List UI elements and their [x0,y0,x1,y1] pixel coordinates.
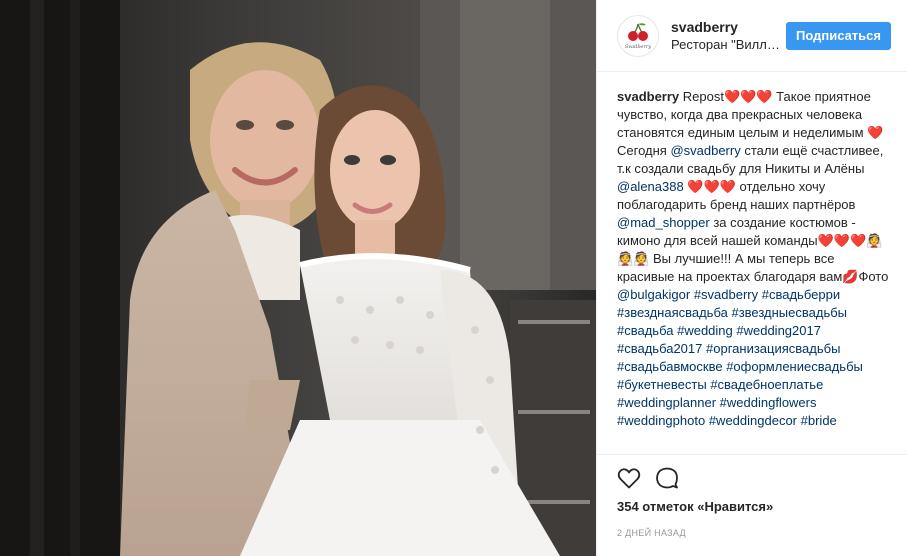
caption: svadberry Repost❤️❤️❤️ Такое приятное чу… [597,72,907,432]
wedding-photo-illustration [0,0,596,556]
hashtag-link[interactable]: #свадьба2017 [617,341,702,356]
caption-text: Вы лучшие!!! А мы теперь все красивые на… [617,251,843,284]
hashtag-link[interactable]: #свадьберри [762,287,840,302]
hashtag-link[interactable]: #организациясвадьбы [706,341,840,356]
avatar[interactable]: Svadberry [617,14,659,57]
caption-text: Фото [858,269,889,284]
caption-text: Repost [679,89,724,104]
hashtag-link[interactable]: #wedding [677,323,733,338]
hashtag-link[interactable]: #weddingflowers [720,395,817,410]
heart-outline-icon[interactable] [617,467,641,489]
caption-text: Сегодня [617,143,671,158]
mention-link[interactable]: @bulgakigor [617,287,690,302]
post-photo[interactable] [0,0,596,556]
hashtag-link[interactable]: #weddingplanner [617,395,716,410]
cherry-logo-icon [628,22,648,41]
avatar-logo-text: Svadberry [624,43,652,50]
location-link[interactable]: Ресторан "Вилла Рэй" [671,36,783,54]
caption-author-link[interactable]: svadberry [617,89,679,104]
follow-button[interactable]: Подписаться [785,21,891,50]
mention-link[interactable]: @alena388 [617,179,684,194]
post-actions: 354 отметок «Нравится» 2 ДНЕЙ НАЗАД [597,454,907,538]
mention-link[interactable]: @mad_shopper [617,215,710,230]
mention-link[interactable]: @svadberry [670,143,740,158]
hashtag-link[interactable]: #weddingdecor [709,413,797,428]
username-link[interactable]: svadberry [671,18,786,36]
post-timestamp[interactable]: 2 ДНЕЙ НАЗАД [617,528,887,538]
action-icons [617,463,887,493]
hashtag-link[interactable]: #звездныесвадьбы [731,305,847,320]
likes-count[interactable]: 354 отметок «Нравится» [617,499,887,514]
hashtag-link[interactable]: #bride [801,413,837,428]
post-details-panel: Svadberry svadberry Ресторан "Вилла Рэй"… [596,0,907,556]
hashtag-link[interactable]: #wedding2017 [736,323,821,338]
instagram-post: Svadberry svadberry Ресторан "Вилла Рэй"… [0,0,908,556]
red-heart-emoji-icon: ❤️ [867,125,884,140]
hashtag-link[interactable]: #оформлениесвадьбы [726,359,863,374]
hashtag-link[interactable]: #букетневесты [617,377,707,392]
user-meta: svadberry Ресторан "Вилла Рэй" [671,18,786,54]
hashtag-link[interactable]: #свадьба [617,323,673,338]
post-header: Svadberry svadberry Ресторан "Вилла Рэй"… [597,0,907,72]
lips-emoji-icon: 💋 [842,269,859,284]
red-heart-emoji-icon: ❤️❤️❤️ [817,233,867,248]
comment-bubble-icon[interactable] [655,466,679,490]
hashtag-link[interactable]: #svadberry [694,287,758,302]
hashtag-list: #svadberry #свадьберри #звезднаясвадьба … [617,287,863,428]
red-heart-emoji-icon: ❤️❤️❤️ [723,89,773,104]
red-heart-emoji-icon: ❤️❤️❤️ [687,179,736,194]
hashtag-link[interactable]: #звезднаясвадьба [617,305,728,320]
hashtag-link[interactable]: #weddingphoto [617,413,705,428]
hashtag-link[interactable]: #свадебноеплатье [710,377,823,392]
hashtag-link[interactable]: #свадьбавмоскве [617,359,723,374]
